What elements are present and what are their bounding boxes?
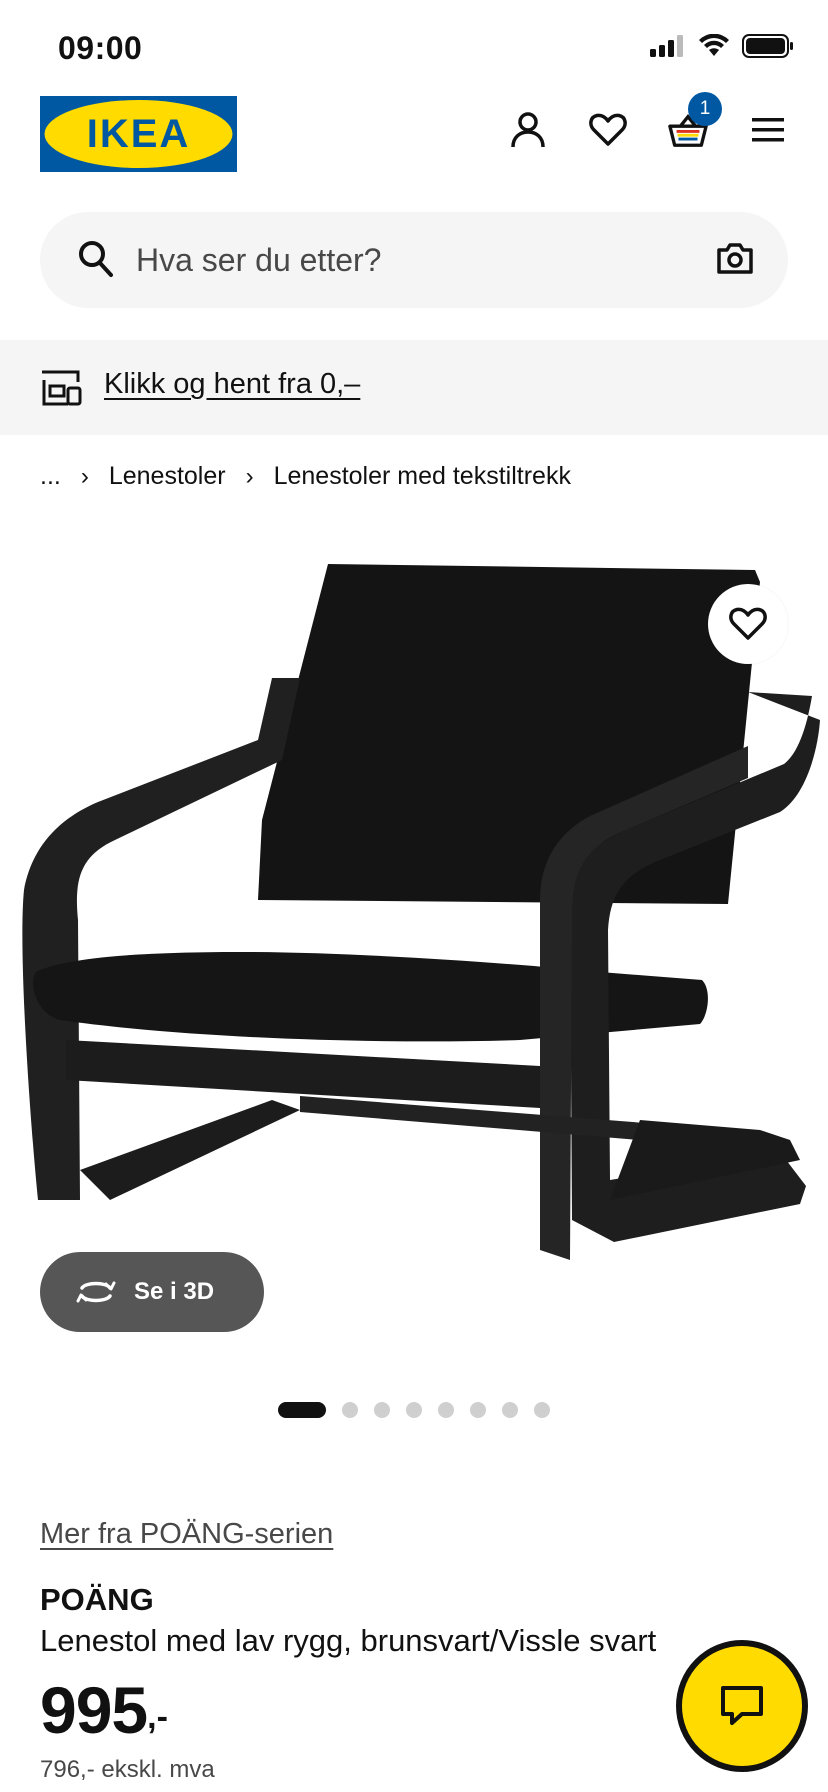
camera-icon[interactable]	[716, 240, 754, 276]
gallery-dot[interactable]	[502, 1402, 518, 1418]
gallery-dot[interactable]	[342, 1402, 358, 1418]
breadcrumb-ellipsis[interactable]: ...	[40, 462, 61, 491]
header: IKEA 1	[40, 92, 788, 172]
heart-icon	[729, 607, 767, 640]
store-icon	[42, 370, 82, 406]
product-image[interactable]	[0, 520, 828, 1370]
product-price: 995 ,-	[40, 1676, 168, 1744]
signal-icon	[650, 35, 683, 57]
search-bar	[40, 212, 788, 308]
cart-icon[interactable]: 1	[668, 92, 722, 150]
product-name: POÄNG	[40, 1582, 154, 1617]
heart-icon[interactable]	[588, 110, 628, 150]
chat-button[interactable]	[676, 1640, 808, 1772]
user-icon[interactable]	[508, 110, 548, 150]
gallery-dot[interactable]	[278, 1402, 326, 1418]
rotate-3d-icon	[76, 1281, 116, 1303]
gallery-dot[interactable]	[374, 1402, 390, 1418]
price-suffix: ,-	[147, 1698, 168, 1736]
svg-text:IKEA: IKEA	[87, 112, 191, 156]
price-value: 995	[40, 1673, 148, 1747]
search-input[interactable]	[136, 212, 696, 308]
view-3d-label: Se i 3D	[134, 1278, 215, 1305]
wifi-icon	[699, 34, 729, 56]
breadcrumb-item-lenestoler[interactable]: Lenestoler	[109, 462, 226, 491]
breadcrumb: ... › Lenestoler › Lenestoler med teksti…	[40, 462, 571, 491]
menu-icon[interactable]	[748, 110, 788, 150]
search-icon[interactable]	[78, 240, 114, 278]
status-time: 09:00	[58, 30, 143, 66]
click-collect-link[interactable]: Klikk og hent fra 0,–	[104, 368, 360, 401]
view-3d-button[interactable]: Se i 3D	[40, 1252, 264, 1332]
status-bar: 09:00	[0, 0, 828, 90]
ikea-logo[interactable]: IKEA	[40, 96, 237, 172]
gallery-dot[interactable]	[534, 1402, 550, 1418]
click-collect-banner: Klikk og hent fra 0,–	[0, 340, 828, 435]
gallery-dot[interactable]	[470, 1402, 486, 1418]
status-icons	[650, 34, 794, 58]
header-icons: 1	[508, 92, 788, 150]
battery-icon	[742, 34, 793, 58]
add-to-favorites-button[interactable]	[708, 584, 788, 664]
price-ex-vat: 796,- ekskl. mva	[40, 1756, 215, 1783]
cart-badge: 1	[688, 92, 722, 126]
gallery-dot[interactable]	[438, 1402, 454, 1418]
gallery-pagination	[0, 1402, 828, 1418]
product-description: Lenestol med lav rygg, brunsvart/Vissle …	[40, 1623, 657, 1658]
breadcrumb-item-tekstiltrekk[interactable]: Lenestoler med tekstiltrekk	[274, 462, 571, 491]
chevron-right-icon: ›	[80, 462, 89, 490]
chevron-right-icon: ›	[245, 462, 254, 490]
series-link[interactable]: Mer fra POÄNG-serien	[40, 1518, 333, 1551]
gallery-dot[interactable]	[406, 1402, 422, 1418]
chat-icon	[721, 1686, 763, 1725]
